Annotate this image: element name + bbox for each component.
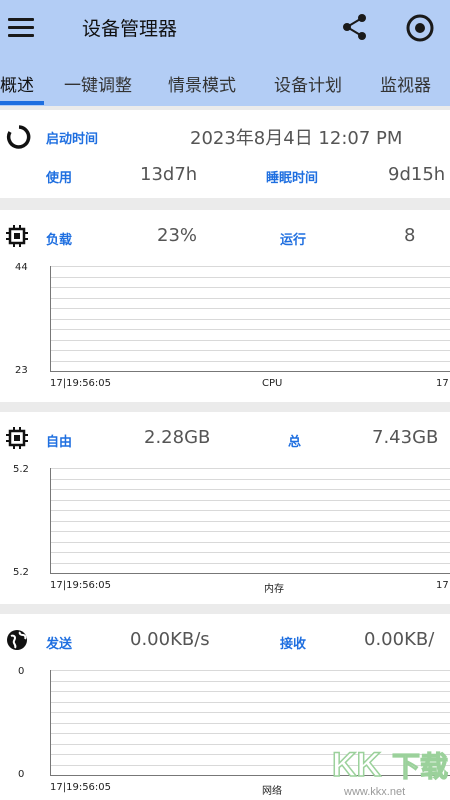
network-x-title: 网络 — [262, 786, 282, 797]
sleep-value: 9d15h — [388, 164, 446, 185]
watermark-logo: KK 下载 www.kkx.net — [330, 742, 450, 800]
memory-card: 自由 2.28GB 总 7.43GB 5.2 5.2 17|19:56:05 内… — [0, 412, 450, 604]
grid-line — [51, 562, 450, 564]
running-value: 8 — [404, 225, 416, 246]
cpu-x-title: CPU — [262, 378, 283, 389]
memory-chip-icon — [6, 427, 28, 449]
free-label: 自由 — [46, 435, 73, 450]
boot-time-value: 2023年8月4日 12:07 PM — [190, 128, 403, 149]
grid-line — [51, 350, 450, 351]
grid-line — [51, 541, 450, 543]
use-value: 13d7h — [140, 164, 198, 185]
memory-chart — [50, 468, 450, 574]
grid-line — [51, 499, 450, 501]
tab-monitor[interactable]: 监视器 — [380, 71, 431, 96]
grid-line — [51, 510, 450, 511]
app-bar: 设备管理器 — [0, 0, 450, 58]
load-label: 负载 — [46, 233, 73, 248]
receive-label: 接收 — [280, 637, 307, 652]
network-y-max: 0 — [18, 666, 25, 677]
memory-x-title: 内存 — [264, 584, 284, 595]
tab-scene-mode[interactable]: 情景模式 — [168, 71, 236, 96]
record-icon[interactable] — [404, 12, 436, 44]
grid-line — [51, 712, 450, 713]
cpu-x-start: 17|19:56:05 — [50, 378, 112, 389]
load-value: 23% — [157, 225, 198, 246]
grid-line — [51, 276, 450, 278]
use-label: 使用 — [46, 171, 73, 186]
menu-icon — [8, 18, 34, 21]
grid-line — [51, 552, 450, 553]
grid-line — [51, 733, 450, 734]
boot-time-label: 启动时间 — [46, 132, 99, 147]
tab-indicator — [0, 101, 44, 105]
grid-line — [51, 287, 450, 288]
grid-line — [51, 329, 450, 330]
grid-line — [51, 468, 450, 469]
send-value: 0.00KB/s — [130, 629, 210, 650]
grid-line — [51, 360, 450, 362]
uptime-card: 启动时间 2023年8月4日 12:07 PM 使用 13d7h 睡眠时间 9d… — [0, 110, 450, 198]
total-label: 总 — [288, 435, 302, 450]
cpu-x-end: 17| — [436, 378, 450, 389]
running-label: 运行 — [280, 233, 307, 248]
cpu-card: 负载 23% 运行 8 44 23 17|19:56:05 CPU 17| — [0, 210, 450, 402]
kk-logo-icon: KK 下载 — [331, 745, 448, 785]
globe-icon — [7, 630, 27, 650]
menu-button[interactable] — [8, 14, 36, 42]
grid-line — [51, 318, 450, 320]
grid-line — [51, 520, 450, 522]
cpu-chart — [50, 266, 450, 372]
grid-line — [51, 339, 450, 341]
cpu-y-max: 44 — [15, 262, 28, 273]
tab-bar: 概述 一键调整 情景模式 设备计划 监视器 — [0, 58, 450, 106]
grid-line — [51, 478, 450, 480]
grid-line — [51, 701, 450, 703]
grid-line — [51, 531, 450, 532]
grid-line — [51, 266, 450, 267]
sleep-label: 睡眠时间 — [266, 171, 319, 186]
receive-value: 0.00KB/ — [364, 629, 435, 650]
tab-overview[interactable]: 概述 — [0, 71, 34, 96]
grid-line — [51, 297, 450, 299]
memory-y-min: 5.2 — [13, 567, 29, 578]
tab-one-click-tune[interactable]: 一键调整 — [64, 71, 132, 96]
share-icon[interactable] — [340, 12, 370, 42]
cpu-y-min: 23 — [15, 365, 28, 376]
memory-x-start: 17|19:56:05 — [50, 580, 112, 591]
grid-line — [51, 691, 450, 692]
watermark-url: www.kkx.net — [344, 786, 406, 798]
grid-line — [51, 308, 450, 309]
free-value: 2.28GB — [144, 427, 211, 448]
network-y-min: 0 — [18, 769, 25, 780]
grid-line — [51, 489, 450, 490]
network-x-start: 17|19:56:05 — [50, 782, 112, 793]
app-title: 设备管理器 — [82, 18, 178, 40]
tab-device-plan[interactable]: 设备计划 — [274, 71, 342, 96]
grid-line — [51, 722, 450, 724]
grid-line — [51, 680, 450, 682]
grid-line — [51, 670, 450, 671]
memory-x-end: 17| — [436, 580, 450, 591]
svg-text:KK: KK — [332, 746, 382, 784]
svg-text:下载: 下载 — [392, 751, 448, 782]
memory-y-max: 5.2 — [13, 464, 29, 475]
total-value: 7.43GB — [372, 427, 439, 448]
chip-icon — [6, 225, 28, 247]
uptime-icon — [6, 125, 31, 149]
send-label: 发送 — [46, 637, 73, 652]
